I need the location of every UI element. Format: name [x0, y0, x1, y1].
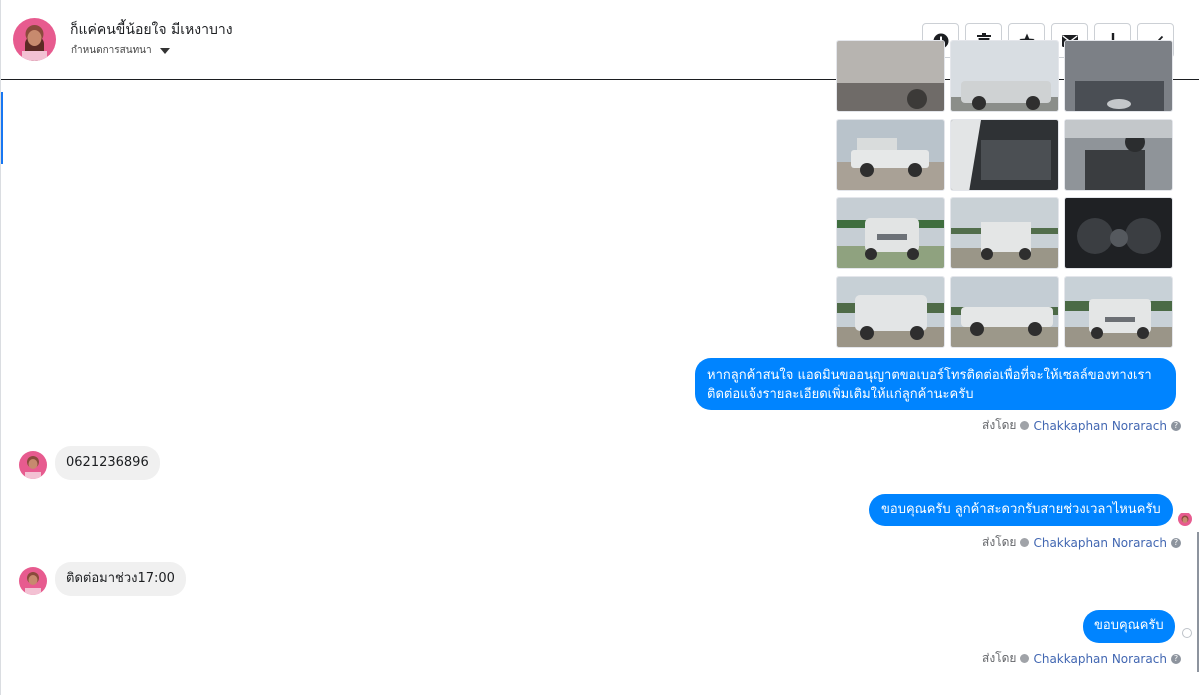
outgoing-message[interactable]: ขอบคุณครับ ลูกค้าสะดวกรับสายช่วงเวลาไหนค… — [869, 494, 1173, 526]
help-icon[interactable]: ? — [1170, 653, 1181, 664]
message-text: 0621236896 — [66, 455, 149, 470]
left-scroll-indicator — [1, 92, 3, 164]
assign-conversation-label: กำหนดการสนทนา — [71, 45, 152, 56]
sent-by-row: ส่งโดย Chakkaphan Norarach ? — [982, 649, 1181, 668]
photo-thumbnail[interactable] — [950, 197, 1059, 269]
incoming-message[interactable]: 0621236896 — [55, 446, 160, 480]
contact-name[interactable]: ก็แค่คนขี้น้อยใจ มีเหงาบาง — [70, 19, 233, 41]
sent-by-row: ส่งโดย Chakkaphan Norarach ? — [982, 416, 1181, 435]
message-text: ขอบคุณครับ ลูกค้าสะดวกรับสายช่วงเวลาไหนค… — [881, 502, 1161, 517]
message-text-line: หากลูกค้าสนใจ แอดมินขออนุญาตขอเบอร์โทรติ… — [707, 368, 1152, 383]
delivered-check-icon — [1182, 628, 1192, 638]
help-icon[interactable]: ? — [1170, 537, 1181, 548]
messenger-inbox: ก็แค่คนขี้น้อยใจ มีเหงาบาง กำหนดการสนทนา — [0, 0, 1199, 695]
sender-name[interactable]: Chakkaphan Norarach — [1033, 419, 1166, 433]
photo-thumbnail[interactable] — [836, 197, 945, 269]
photo-thumbnail[interactable] — [836, 40, 945, 112]
verified-badge-icon — [1020, 654, 1030, 663]
photo-thumbnail[interactable] — [1064, 197, 1173, 269]
photo-thumbnail[interactable] — [1064, 276, 1173, 348]
photo-thumbnail[interactable] — [1064, 119, 1173, 191]
contact-avatar-small[interactable] — [19, 567, 47, 595]
assign-conversation-dropdown[interactable]: กำหนดการสนทนา — [71, 43, 170, 58]
sent-by-row: ส่งโดย Chakkaphan Norarach ? — [982, 533, 1181, 552]
sent-by-label: ส่งโดย — [982, 651, 1017, 665]
incoming-message[interactable]: ติดต่อมาช่วง17:00 — [55, 562, 186, 596]
sender-name[interactable]: Chakkaphan Norarach — [1033, 652, 1166, 666]
photo-thumbnail[interactable] — [950, 276, 1059, 348]
photo-thumbnail[interactable] — [950, 40, 1059, 112]
seen-avatar — [1178, 512, 1192, 526]
outgoing-message[interactable]: หากลูกค้าสนใจ แอดมินขออนุญาตขอเบอร์โทรติ… — [695, 358, 1176, 410]
photo-thumbnail[interactable] — [950, 119, 1059, 191]
contact-avatar[interactable] — [13, 18, 56, 61]
sent-by-label: ส่งโดย — [982, 535, 1017, 549]
message-text-line: ติดต่อแจ้งรายละเอียดเพิ่มเติมให้แก่ลูกค้… — [707, 387, 974, 402]
sent-by-label: ส่งโดย — [982, 418, 1017, 432]
contact-avatar-small[interactable] — [19, 451, 47, 479]
photo-thumbnail[interactable] — [836, 276, 945, 348]
message-text: ติดต่อมาช่วง17:00 — [66, 571, 175, 586]
verified-badge-icon — [1020, 421, 1030, 430]
verified-badge-icon — [1020, 538, 1030, 547]
caret-down-icon — [159, 47, 170, 54]
photo-thumbnail[interactable] — [1064, 40, 1173, 112]
outgoing-message[interactable]: ขอบคุณครับ — [1083, 610, 1175, 643]
sender-name[interactable]: Chakkaphan Norarach — [1033, 536, 1166, 550]
help-icon[interactable]: ? — [1170, 420, 1181, 431]
photo-grid — [836, 40, 1174, 350]
message-text: ขอบคุณครับ — [1094, 618, 1164, 633]
photo-thumbnail[interactable] — [836, 119, 945, 191]
